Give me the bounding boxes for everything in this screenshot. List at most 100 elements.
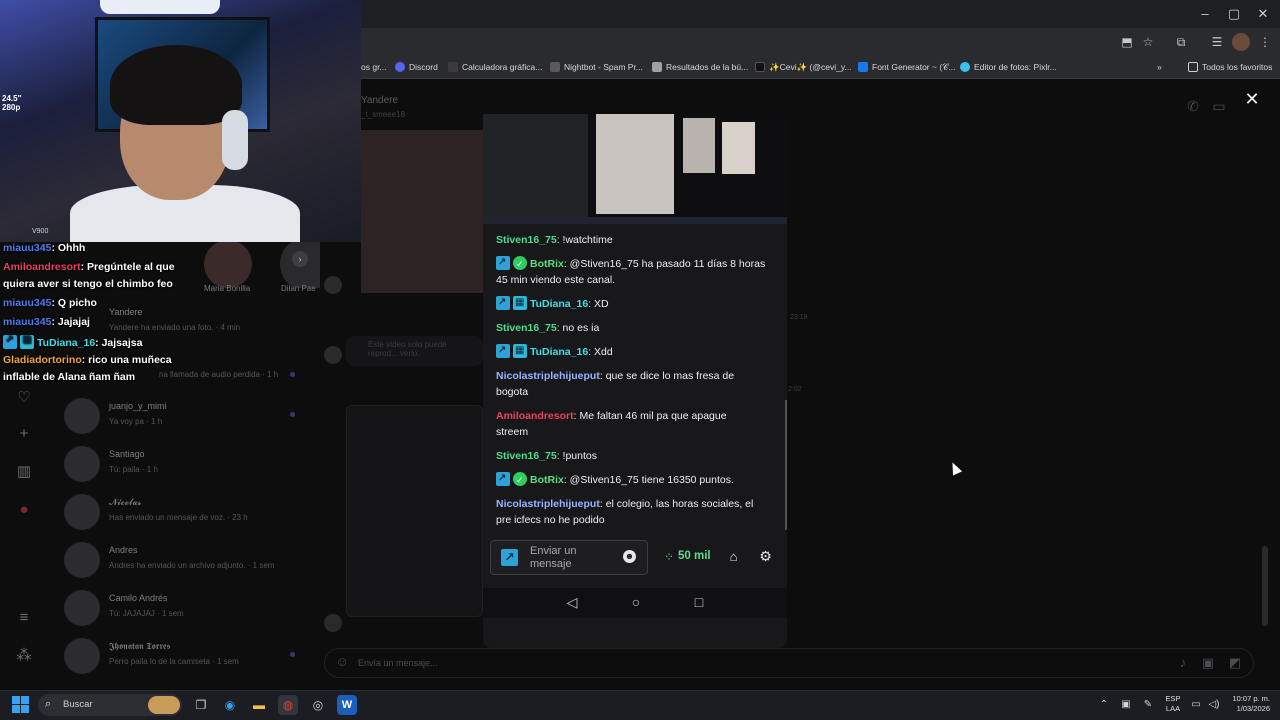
- list-item[interactable]: juanjo_y_mimi Ya voy pa · 1 h: [64, 396, 314, 436]
- task-view-icon[interactable]: ❐: [191, 695, 211, 715]
- monitor-label: 24.5" 280p: [2, 94, 22, 112]
- chrome-icon[interactable]: ◍: [278, 695, 298, 715]
- channel-points[interactable]: 50 mil: [678, 550, 711, 562]
- chat-scrollbar[interactable]: [785, 400, 787, 530]
- bookmark-star-icon[interactable]: ☆: [1139, 33, 1157, 51]
- video-call-icon[interactable]: ▭: [1210, 98, 1228, 116]
- menu-icon[interactable]: ≡: [14, 608, 34, 628]
- edge-icon[interactable]: ◉: [220, 695, 240, 715]
- bookmark-item[interactable]: Resultados de la bú...: [652, 59, 748, 75]
- extensions-icon[interactable]: ⧉: [1172, 33, 1190, 51]
- brand-label: V900: [32, 228, 49, 235]
- obs-icon[interactable]: ◎: [308, 695, 328, 715]
- page-scrollbar[interactable]: [1262, 546, 1268, 626]
- dm-preview: Tú: JAJAJAJ · 1 sem: [109, 609, 184, 618]
- bookmark-item[interactable]: Font Generator ~ (𝒞...: [858, 59, 955, 75]
- bookmark-item[interactable]: Editor de fotos: Pixlr...: [960, 59, 1057, 75]
- profile-avatar-icon[interactable]: [1232, 33, 1250, 51]
- kick-logo-icon: ↗: [501, 549, 518, 566]
- input-language[interactable]: ESP LAA: [1164, 694, 1182, 714]
- avatar: [64, 398, 100, 434]
- list-item[interactable]: Andres Andres ha enviado un archivo adjun…: [64, 540, 314, 580]
- tray-app-icon[interactable]: ▣: [1118, 697, 1134, 713]
- dm-preview: Ya voy pa · 1 h: [109, 417, 163, 426]
- dm-name: Andres: [109, 545, 138, 555]
- message-input[interactable]: Envía un mensaje...: [358, 658, 438, 668]
- word-icon[interactable]: W: [337, 695, 357, 715]
- list-item[interactable]: 𝓝𝓲𝓬𝓸𝓵𝓪𝓼 Has enviado un mensaje de voz. · …: [64, 492, 314, 532]
- shared-screenshot[interactable]: [346, 405, 483, 617]
- more-menu-icon[interactable]: ⋮: [1256, 33, 1274, 51]
- unread-dot: [290, 652, 295, 657]
- chevron-up-icon[interactable]: ⌃: [1096, 697, 1112, 713]
- bookmarks-overflow-button[interactable]: »: [1157, 59, 1162, 75]
- stream-chat-line: Amiloandresort: Pregúntele al que: [3, 261, 175, 273]
- store-icon[interactable]: ⌂: [726, 549, 741, 564]
- stats-icon[interactable]: ▥: [14, 462, 34, 482]
- game-badge-icon: [513, 295, 527, 311]
- dm-name: 𝕵𝖍𝖔𝖓𝖆𝖙𝖆𝖓 𝕿𝖔𝖗𝖗𝖊𝖘: [109, 641, 171, 651]
- dm-preview: Has enviado un mensaje de voz. · 23 h: [109, 513, 248, 522]
- nightbot-icon: [550, 62, 560, 72]
- list-item[interactable]: Camilo Andrés Tú: JAJAJAJ · 1 sem: [64, 588, 314, 628]
- bookmark-item[interactable]: Discord: [395, 59, 438, 75]
- microphone-icon[interactable]: ♪: [1175, 655, 1191, 671]
- chat-message: Nicolastriplehijueput: que se dice lo ma…: [496, 370, 735, 398]
- network-icon[interactable]: ▭: [1188, 697, 1204, 713]
- stream-chat-line: miauu345: Jajajaj: [3, 316, 90, 328]
- story-avatar[interactable]: [204, 240, 252, 288]
- apps-icon[interactable]: ⁂: [14, 646, 34, 666]
- dm-preview: Perro paila lo de la camiseta · 1 sem: [109, 657, 239, 666]
- clock[interactable]: 10:07 p. m. 1/03/2026: [1226, 694, 1270, 714]
- pen-icon[interactable]: ✎: [1140, 697, 1156, 713]
- avatar: [324, 614, 342, 632]
- chevron-right-icon[interactable]: ›: [292, 251, 308, 267]
- windows-start-icon[interactable]: [12, 696, 30, 714]
- plus-icon[interactable]: +: [14, 424, 34, 444]
- profile-icon[interactable]: ●: [14, 500, 34, 520]
- headphone-icon: [222, 110, 248, 170]
- chat-input[interactable]: Enviar un mensaje: [530, 545, 600, 571]
- bookmark-item[interactable]: Calculadora gráfica...: [448, 59, 542, 75]
- all-bookmarks-folder[interactable]: Todos los favoritos: [1188, 59, 1272, 75]
- message-composer[interactable]: [324, 648, 1254, 678]
- heart-icon[interactable]: ♡: [14, 388, 34, 408]
- emoji-icon[interactable]: ☺: [334, 654, 350, 670]
- conversation-handle: _t_smeee18: [361, 110, 406, 119]
- back-icon[interactable]: ◁: [562, 592, 582, 612]
- chat-message: Stiven16_75: !puntos: [496, 450, 597, 462]
- dm-preview: Tú: paila · 1 h: [109, 465, 158, 474]
- stream-chat-line: TuDiana_16: Jajsajsa: [3, 334, 142, 349]
- phone-icon[interactable]: ✆: [1184, 98, 1202, 116]
- recents-icon[interactable]: □: [689, 592, 709, 612]
- conversation-title: Yandere: [361, 95, 399, 106]
- stream-chat-line: Gladiadortorino: rico una muñeca: [3, 354, 172, 366]
- preview-photo: [683, 118, 715, 173]
- home-icon[interactable]: ○: [626, 592, 646, 612]
- media-control-icon[interactable]: ☰: [1208, 33, 1226, 51]
- story-name: Dilan Pae: [281, 284, 316, 293]
- bookmark-item[interactable]: Nightbot - Spam Pr...: [550, 59, 643, 75]
- close-window-button[interactable]: ✕: [1246, 4, 1280, 24]
- sticker-icon[interactable]: ◩: [1227, 655, 1243, 671]
- install-app-icon[interactable]: ⬒: [1118, 33, 1136, 51]
- bookmark-item[interactable]: ✨Cevi✨ (@cevi_y...: [755, 59, 852, 75]
- emote-icon[interactable]: ☻: [623, 550, 636, 563]
- list-item[interactable]: Santiago Tú: paila · 1 h: [64, 444, 314, 484]
- volume-icon[interactable]: ◁): [1206, 697, 1222, 713]
- kick-badge-icon: [3, 334, 17, 349]
- stream-chat-line: miauu345: Q picho: [3, 297, 97, 309]
- bookmark-item[interactable]: os gr...: [361, 59, 387, 75]
- desmos-icon: [448, 62, 458, 72]
- gear-icon[interactable]: ⚙: [758, 549, 773, 564]
- chat-message: Amiloandresort: Me faltan 46 mil pa que …: [496, 410, 727, 438]
- file-explorer-icon[interactable]: ▬: [249, 695, 269, 715]
- list-item[interactable]: 𝕵𝖍𝖔𝖓𝖆𝖙𝖆𝖓 𝕿𝖔𝖗𝖗𝖊𝖘 Perro paila lo de la cami…: [64, 636, 314, 676]
- channel-points-icon[interactable]: ⁘: [662, 550, 676, 564]
- close-viewer-button[interactable]: ✕: [1243, 90, 1261, 108]
- chat-message: TuDiana_16: XD: [496, 295, 776, 312]
- avatar: [324, 276, 342, 294]
- shared-image[interactable]: [361, 130, 483, 293]
- image-icon[interactable]: ▣: [1200, 655, 1216, 671]
- chat-message: Stiven16_75: !watchtime: [496, 234, 613, 246]
